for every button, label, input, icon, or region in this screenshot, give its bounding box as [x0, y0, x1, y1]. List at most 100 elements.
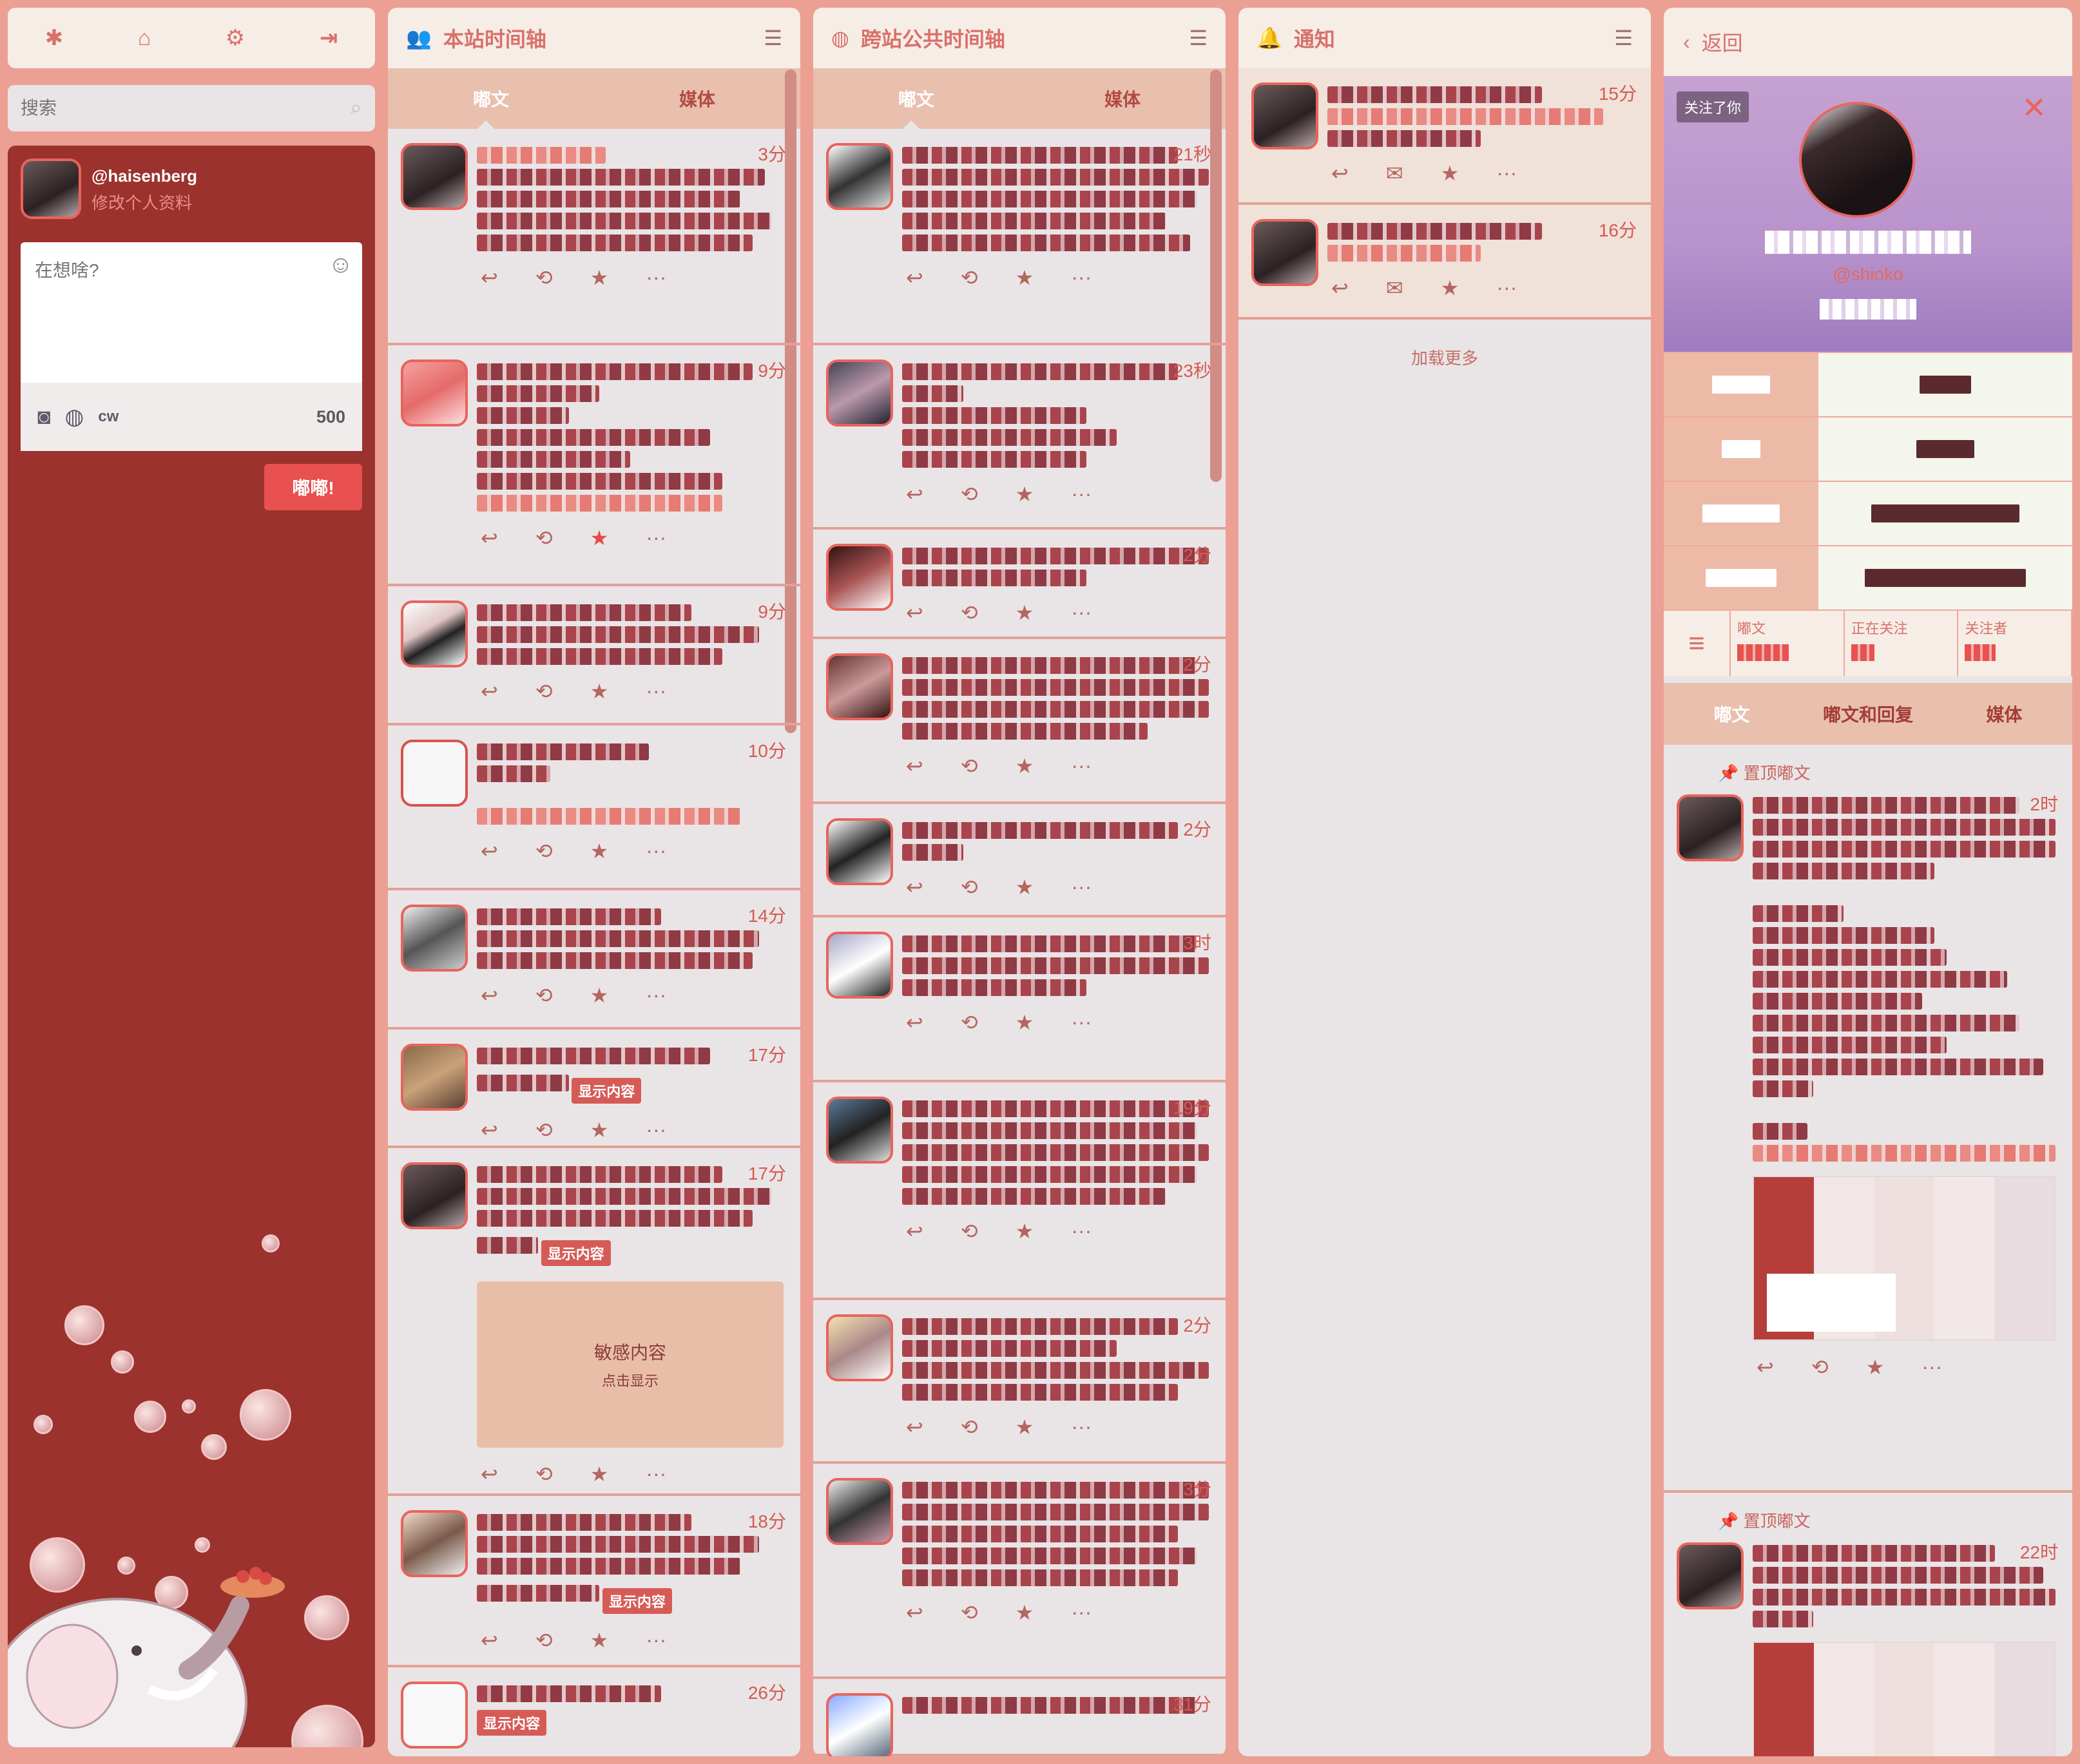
favourite-icon[interactable]: ★: [590, 1628, 609, 1653]
status[interactable]: 21秒 ↩ ⟲ ★ ···: [813, 129, 1226, 345]
avatar[interactable]: [826, 544, 893, 611]
status[interactable]: 22时: [1664, 1532, 2072, 1756]
status-time[interactable]: 3时: [1183, 929, 1211, 955]
boost-icon[interactable]: ⟲: [535, 1118, 553, 1142]
avatar[interactable]: [826, 1314, 893, 1381]
notification[interactable]: 15分 ↩ ✉ ★ ···: [1238, 68, 1651, 205]
boost-icon[interactable]: ⟲: [961, 600, 978, 625]
reply-icon[interactable]: ↩: [481, 265, 498, 290]
more-icon[interactable]: ···: [646, 265, 666, 290]
avatar[interactable]: [826, 1097, 893, 1164]
globe-icon[interactable]: ◍: [65, 404, 84, 430]
tab-media[interactable]: 媒体: [594, 86, 800, 111]
column-header[interactable]: ◍ 跨站公共时间轴 ☰: [813, 8, 1226, 68]
reply-icon[interactable]: ↩: [906, 1219, 923, 1243]
more-icon[interactable]: ···: [1071, 600, 1092, 625]
reply-icon[interactable]: ↩: [481, 1628, 498, 1653]
show-content-button[interactable]: 显示内容: [572, 1078, 642, 1104]
status-time[interactable]: 21秒: [1173, 140, 1211, 166]
status[interactable]: 2分 ↩ ⟲ ★ ···: [813, 1300, 1226, 1464]
boost-icon[interactable]: ⟲: [1811, 1355, 1829, 1379]
avatar[interactable]: [826, 360, 893, 427]
favourite-icon[interactable]: ★: [1866, 1355, 1885, 1379]
favourite-icon[interactable]: ★: [590, 265, 609, 290]
notification-time[interactable]: 16分: [1599, 216, 1637, 242]
more-icon[interactable]: ···: [1071, 482, 1092, 506]
count-following[interactable]: 正在关注: [1845, 611, 1959, 676]
boost-icon[interactable]: ⟲: [961, 1010, 978, 1035]
status-time[interactable]: 2分: [1183, 651, 1211, 676]
boost-icon[interactable]: ⟲: [535, 679, 553, 704]
status[interactable]: 2分 ↩ ⟲ ★ ···: [813, 530, 1226, 639]
column-settings-icon[interactable]: ☰: [1614, 26, 1633, 50]
reply-icon[interactable]: ↩: [906, 1010, 923, 1035]
boost-icon[interactable]: ⟲: [535, 839, 553, 863]
more-icon[interactable]: ···: [1071, 754, 1092, 778]
logout-icon[interactable]: ⇥: [320, 25, 338, 51]
reply-icon[interactable]: ↩: [906, 600, 923, 625]
reply-icon[interactable]: ↩: [906, 875, 923, 899]
status[interactable]: 2分 ↩ ⟲ ★ ···: [813, 804, 1226, 917]
status-time[interactable]: 23秒: [1173, 357, 1211, 383]
reply-icon[interactable]: ↩: [1331, 276, 1349, 300]
more-icon[interactable]: ···: [1071, 265, 1092, 290]
reply-icon[interactable]: ↩: [906, 754, 923, 778]
boost-icon[interactable]: ⟲: [961, 1415, 978, 1439]
envelope-icon[interactable]: ✉: [1386, 161, 1403, 186]
status-time[interactable]: 18分: [748, 1508, 786, 1533]
column-header[interactable]: 👥 本站时间轴 ☰: [388, 8, 800, 68]
status-time[interactable]: 17分: [748, 1041, 786, 1067]
tab-toots[interactable]: 嘟文: [813, 86, 1019, 111]
avatar[interactable]: [826, 932, 893, 999]
reply-icon[interactable]: ↩: [481, 983, 498, 1008]
asterisk-icon[interactable]: ✱: [45, 25, 64, 51]
boost-icon[interactable]: ⟲: [961, 1219, 978, 1243]
avatar[interactable]: [826, 1693, 893, 1756]
profile-acct[interactable]: @shioko: [1664, 264, 2072, 285]
status[interactable]: 19分 ↩ ⟲ ★ ···: [813, 1082, 1226, 1300]
compose-textarea[interactable]: [21, 242, 362, 383]
boost-icon[interactable]: ⟲: [535, 983, 553, 1008]
status-time[interactable]: 9分: [758, 357, 786, 383]
emoji-picker-icon[interactable]: ☺: [328, 251, 353, 279]
boost-icon[interactable]: ⟲: [535, 526, 553, 550]
tab-toots[interactable]: 嘟文: [388, 86, 594, 111]
boost-icon[interactable]: ⟲: [535, 1462, 553, 1486]
more-icon[interactable]: ···: [646, 526, 666, 550]
avatar[interactable]: [826, 143, 893, 210]
reply-icon[interactable]: ↩: [481, 1462, 498, 1486]
sensitive-media[interactable]: 敏感内容 点击显示: [477, 1281, 784, 1448]
camera-icon[interactable]: ◙: [37, 405, 51, 430]
status[interactable]: 14分 ↩ ⟲ ★ ···: [388, 890, 800, 1030]
reply-icon[interactable]: ↩: [906, 265, 923, 290]
boost-icon[interactable]: ⟲: [961, 1600, 978, 1625]
favourite-icon[interactable]: ★: [1016, 1415, 1034, 1439]
favourite-icon[interactable]: ★: [1016, 1010, 1034, 1035]
favourite-icon[interactable]: ★: [590, 1118, 609, 1142]
avatar[interactable]: [401, 1162, 468, 1229]
more-icon[interactable]: ···: [1071, 1415, 1092, 1439]
toot-button[interactable]: 嘟嘟!: [264, 464, 362, 510]
boost-icon[interactable]: ⟲: [535, 1628, 553, 1653]
favourite-icon[interactable]: ★: [1016, 1219, 1034, 1243]
favourite-icon[interactable]: ★: [1016, 1600, 1034, 1625]
favourite-icon[interactable]: ★: [1016, 265, 1034, 290]
avatar[interactable]: [21, 158, 81, 219]
column-header[interactable]: 🔔 通知 ☰: [1238, 8, 1651, 68]
status[interactable]: 17分 显示内容 敏感内容 点击显示 ↩ ⟲ ★ ···: [388, 1148, 800, 1496]
favourite-icon[interactable]: ★: [590, 1462, 609, 1486]
status-time[interactable]: 2分: [1183, 1312, 1211, 1337]
menu-icon[interactable]: ≡: [1664, 611, 1731, 676]
media-attachment[interactable]: [1753, 1642, 2056, 1756]
status-time[interactable]: 26分: [748, 1679, 786, 1705]
more-icon[interactable]: ···: [1071, 1010, 1092, 1035]
status[interactable]: 23秒 ↩ ⟲ ★ ···: [813, 345, 1226, 530]
reply-icon[interactable]: ↩: [481, 526, 498, 550]
show-content-button[interactable]: 显示内容: [602, 1588, 672, 1614]
show-content-button[interactable]: 显示内容: [541, 1240, 611, 1266]
show-content-button[interactable]: 显示内容: [477, 1710, 547, 1736]
status-time[interactable]: 9分: [758, 598, 786, 624]
favourite-icon[interactable]: ★: [590, 839, 609, 863]
column-settings-icon[interactable]: ☰: [1189, 26, 1208, 50]
favourite-icon[interactable]: ★: [1016, 600, 1034, 625]
